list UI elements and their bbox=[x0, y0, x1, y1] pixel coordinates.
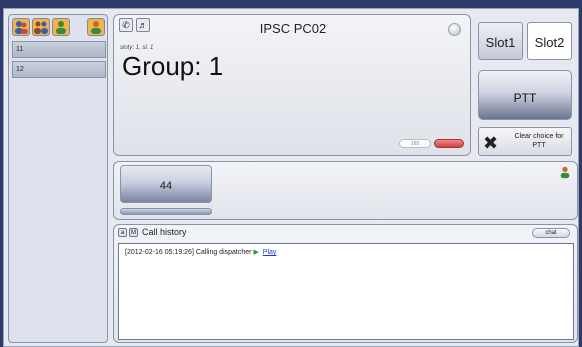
desktop-strip bbox=[0, 0, 582, 8]
clear-choice-button[interactable]: ✖ Clear choice for PTT bbox=[478, 127, 572, 156]
play-link[interactable]: Play bbox=[263, 249, 277, 256]
list-item-label: 11 bbox=[16, 46, 24, 53]
slot2-button[interactable]: Slot2 bbox=[527, 22, 572, 60]
list-item[interactable]: 11 bbox=[12, 41, 106, 58]
contacts-panel: 11 12 bbox=[8, 14, 108, 343]
ptt-button[interactable]: PTT bbox=[478, 70, 572, 120]
group-panel: ✆ ♬ IPSC PC02 sloty: 1, sl. 1 Group: 1 1… bbox=[113, 14, 471, 156]
call-entry-text: [2012-02-16 05:19:26] Calling dispatcher bbox=[125, 249, 252, 256]
status-indicator-red bbox=[434, 139, 464, 148]
slot1-button[interactable]: Slot1 bbox=[478, 22, 523, 60]
list-item: [2012-02-16 05:19:26] Calling dispatcher… bbox=[125, 248, 276, 256]
user-group-icon[interactable] bbox=[12, 18, 30, 36]
group-label: Group: 1 bbox=[122, 51, 224, 81]
chat-button[interactable]: chat bbox=[532, 228, 570, 238]
call-history-list[interactable]: [2012-02-16 05:19:26] Calling dispatcher… bbox=[118, 243, 574, 340]
play-icon: ▶ bbox=[253, 249, 259, 256]
call-history-button-a[interactable]: a bbox=[118, 228, 127, 237]
clear-choice-label: Clear choice for PTT bbox=[514, 133, 564, 149]
page-title: IPSC PC02 bbox=[259, 21, 327, 36]
list-item[interactable]: 12 bbox=[12, 61, 106, 78]
call-history-title: Call history bbox=[142, 227, 187, 237]
list-item-label: 12 bbox=[16, 66, 24, 73]
status-indicator bbox=[448, 23, 461, 36]
users-icon[interactable] bbox=[32, 18, 50, 36]
close-icon: ✖ bbox=[483, 133, 499, 153]
user-icon[interactable] bbox=[52, 18, 70, 36]
call-history-panel: a M Call history chat [2012-02-16 05:19:… bbox=[113, 224, 578, 343]
talkgroup-bar[interactable] bbox=[120, 208, 212, 215]
call-history-button-m[interactable]: M bbox=[129, 228, 138, 237]
user-settings-icon[interactable] bbox=[87, 18, 105, 36]
user-icon[interactable] bbox=[558, 165, 572, 179]
status-badge: 165 bbox=[399, 139, 431, 148]
talkgroup-button[interactable]: 44 bbox=[120, 165, 212, 203]
talkgroup-panel: 44 bbox=[113, 161, 578, 220]
